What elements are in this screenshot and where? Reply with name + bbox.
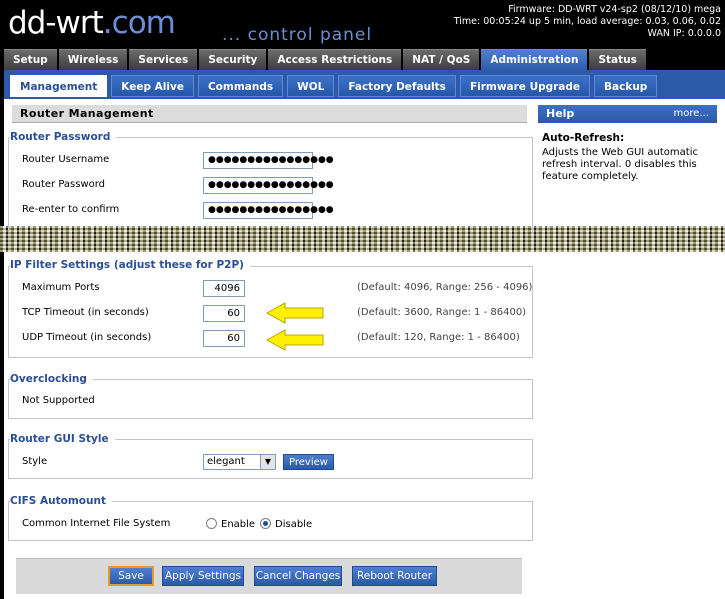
tab-wireless[interactable]: Wireless: [58, 49, 128, 70]
yellow-arrow-icon: [265, 302, 324, 324]
help-topic-title: Auto-Refresh:: [542, 132, 625, 144]
logo-dot: .: [102, 5, 113, 41]
yellow-arrow-icon: [265, 329, 324, 351]
router-username-label: Router Username: [22, 154, 110, 165]
sub-tab-bar: Management Keep Alive Commands WOL Facto…: [4, 70, 725, 99]
router-password-label: Router Password: [22, 179, 106, 190]
cifs-label: Common Internet File System: [22, 518, 171, 529]
header: dd-wrt.com ... control panel Firmware: D…: [0, 0, 725, 48]
cifs-disable-radio[interactable]: [260, 518, 271, 529]
firmware-info: Firmware: DD-WRT v24-sp2 (08/12/10) mega…: [454, 4, 721, 40]
confirm-password-label: Re-enter to confirm: [22, 204, 120, 215]
max-ports-input[interactable]: 4096: [203, 280, 245, 297]
help-title-label: Help: [546, 107, 575, 120]
subtab-backup[interactable]: Backup: [594, 75, 658, 97]
router-password-legend: Router Password: [10, 131, 117, 143]
tab-services[interactable]: Services: [129, 49, 198, 70]
save-button[interactable]: Save: [108, 566, 154, 586]
subtab-firmware-upgrade[interactable]: Firmware Upgrade: [459, 75, 591, 97]
cancel-changes-button[interactable]: Cancel Changes: [254, 566, 342, 586]
logo-text: dd-wrt: [8, 5, 104, 41]
tab-security[interactable]: Security: [199, 49, 267, 70]
preview-button[interactable]: Preview: [283, 454, 334, 470]
router-username-input[interactable]: ●●●●●●●●●●●●●●●●: [203, 152, 334, 169]
tab-administration[interactable]: Administration: [481, 49, 588, 71]
subtab-keep-alive[interactable]: Keep Alive: [111, 75, 194, 97]
max-ports-hint: (Default: 4096, Range: 256 - 4096): [357, 282, 533, 293]
subtab-management[interactable]: Management: [10, 75, 108, 97]
udp-timeout-input[interactable]: 60: [203, 330, 245, 347]
overclocking-status: Not Supported: [22, 395, 95, 406]
subtab-factory-defaults[interactable]: Factory Defaults: [338, 75, 456, 97]
style-select[interactable]: elegant ▼: [203, 454, 276, 470]
logo-suffix: com: [111, 5, 176, 41]
ddwrt-logo: dd-wrt.com: [8, 5, 176, 41]
tab-status[interactable]: Status: [589, 49, 646, 70]
ip-filter-legend: IP Filter Settings (adjust these for P2P…: [10, 259, 250, 271]
firmware-version: Firmware: DD-WRT v24-sp2 (08/12/10) mega: [508, 4, 721, 15]
reboot-router-button[interactable]: Reboot Router: [352, 566, 437, 586]
max-ports-label: Maximum Ports: [22, 282, 100, 293]
tab-access-restrictions[interactable]: Access Restrictions: [268, 49, 402, 70]
subtab-wol[interactable]: WOL: [287, 75, 335, 97]
page-title: Router Management: [12, 105, 527, 123]
tab-nat-qos[interactable]: NAT / QoS: [403, 49, 480, 70]
tcp-timeout-input[interactable]: 60: [203, 305, 245, 322]
overclocking-legend: Overclocking: [10, 373, 93, 385]
wan-ip: WAN IP: 0.0.0.0: [647, 28, 722, 39]
style-label: Style: [22, 456, 48, 467]
help-topic-text: Adjusts the Web GUI automatic refresh in…: [542, 147, 698, 182]
router-password-input[interactable]: ●●●●●●●●●●●●●●●●: [203, 177, 334, 194]
gui-style-legend: Router GUI Style: [10, 433, 115, 445]
cifs-disable-label: Disable: [275, 519, 313, 530]
confirm-password-input[interactable]: ●●●●●●●●●●●●●●●●: [203, 202, 334, 219]
udp-timeout-hint: (Default: 120, Range: 1 - 86400): [357, 332, 520, 343]
style-selected-value: elegant: [207, 456, 245, 467]
cifs-legend: CIFS Automount: [10, 495, 112, 507]
help-header: Help more...: [538, 105, 717, 123]
control-panel-subtitle: ... control panel: [222, 25, 373, 45]
help-more-link[interactable]: more...: [674, 105, 709, 123]
cifs-enable-radio[interactable]: [206, 518, 217, 529]
tcp-timeout-label: TCP Timeout (in seconds): [22, 307, 149, 318]
uptime: Time: 00:05:24 up 5 min, load average: 0…: [453, 16, 721, 27]
main-tabs: Setup Wireless Services Security Access …: [4, 49, 646, 71]
subtab-commands[interactable]: Commands: [197, 75, 284, 97]
udp-timeout-label: UDP Timeout (in seconds): [22, 332, 152, 343]
chevron-down-icon[interactable]: ▼: [260, 455, 275, 469]
apply-settings-button[interactable]: Apply Settings: [162, 566, 244, 586]
tcp-timeout-hint: (Default: 3600, Range: 1 - 86400): [357, 307, 527, 318]
tab-setup[interactable]: Setup: [4, 49, 57, 70]
cifs-enable-label: Enable: [221, 519, 256, 530]
